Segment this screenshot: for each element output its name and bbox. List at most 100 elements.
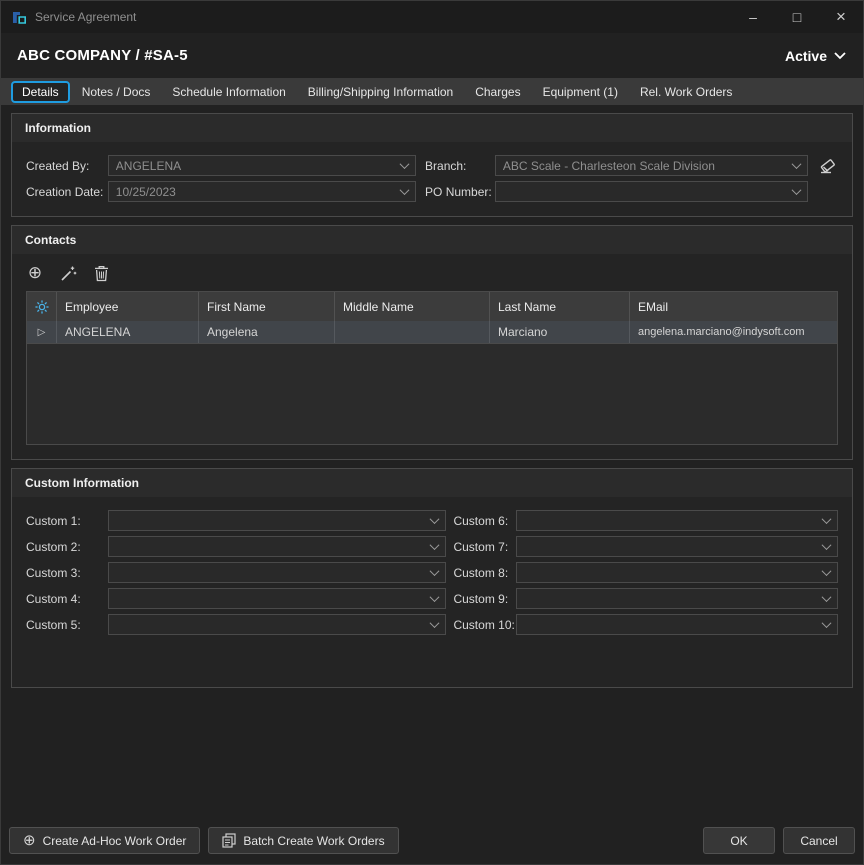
chevron-down-icon bbox=[822, 514, 832, 524]
cell-middle-name bbox=[335, 321, 490, 343]
branch-dropdown[interactable]: ABC Scale - Charlesteon Scale Division bbox=[495, 155, 808, 176]
ok-label: OK bbox=[730, 834, 747, 848]
contacts-group: Contacts ⊕ bbox=[11, 225, 853, 460]
cancel-label: Cancel bbox=[800, 834, 837, 848]
footer-bar: ⊕ Create Ad-Hoc Work Order Batch Create … bbox=[1, 819, 863, 864]
custom-6-label: Custom 6: bbox=[453, 514, 516, 528]
branch-label: Branch: bbox=[425, 159, 495, 173]
batch-create-work-orders-label: Batch Create Work Orders bbox=[243, 834, 384, 848]
contacts-toolbar: ⊕ bbox=[12, 254, 852, 291]
po-number-dropdown[interactable] bbox=[495, 181, 808, 202]
row-indicator-column-header[interactable] bbox=[27, 292, 57, 321]
chevron-down-icon bbox=[833, 51, 847, 60]
custom-7-label: Custom 7: bbox=[453, 540, 516, 554]
tab-notes-docs[interactable]: Notes / Docs bbox=[72, 81, 161, 103]
cell-email: angelena.marciano@indysoft.com bbox=[630, 321, 837, 343]
contacts-group-title: Contacts bbox=[12, 226, 852, 254]
chevron-down-icon bbox=[430, 592, 440, 602]
custom-5-dropdown[interactable] bbox=[108, 614, 447, 635]
chevron-down-icon bbox=[822, 618, 832, 628]
title-bar[interactable]: Service Agreement – □ × bbox=[1, 1, 863, 33]
cell-last-name: Marciano bbox=[490, 321, 630, 343]
custom-3-label: Custom 3: bbox=[26, 566, 108, 580]
chevron-down-icon bbox=[792, 185, 802, 195]
custom-10-dropdown[interactable] bbox=[516, 614, 838, 635]
custom-6-dropdown[interactable] bbox=[516, 510, 838, 531]
chevron-down-icon bbox=[430, 540, 440, 550]
custom-4-dropdown[interactable] bbox=[108, 588, 447, 609]
branch-value: ABC Scale - Charlesteon Scale Division bbox=[503, 159, 793, 173]
ok-button[interactable]: OK bbox=[703, 827, 775, 854]
chevron-down-icon bbox=[822, 540, 832, 550]
custom-4-label: Custom 4: bbox=[26, 592, 108, 606]
create-adhoc-work-order-button[interactable]: ⊕ Create Ad-Hoc Work Order bbox=[9, 827, 200, 854]
information-group-title: Information bbox=[12, 114, 852, 142]
chevron-down-icon bbox=[400, 185, 410, 195]
cell-employee: ANGELENA bbox=[57, 321, 199, 343]
information-group: Information Created By: ANGELENA Branch:… bbox=[11, 113, 853, 217]
column-header-email[interactable]: EMail bbox=[630, 292, 837, 321]
column-header-last-name[interactable]: Last Name bbox=[490, 292, 630, 321]
contacts-table: Employee First Name Middle Name Last Nam… bbox=[26, 291, 838, 445]
custom-3-dropdown[interactable] bbox=[108, 562, 447, 583]
created-by-value: ANGELENA bbox=[116, 159, 401, 173]
chevron-down-icon bbox=[822, 592, 832, 602]
status-value: Active bbox=[785, 48, 827, 64]
close-button[interactable]: × bbox=[819, 1, 863, 33]
created-by-dropdown[interactable]: ANGELENA bbox=[108, 155, 416, 176]
custom-10-label: Custom 10: bbox=[453, 618, 516, 632]
cancel-button[interactable]: Cancel bbox=[783, 827, 855, 854]
custom-7-dropdown[interactable] bbox=[516, 536, 838, 557]
circle-plus-icon: ⊕ bbox=[23, 833, 36, 848]
tab-schedule-information[interactable]: Schedule Information bbox=[162, 81, 295, 103]
column-header-employee[interactable]: Employee bbox=[57, 292, 199, 321]
circle-plus-icon: ⊕ bbox=[28, 263, 42, 283]
tab-charges[interactable]: Charges bbox=[465, 81, 530, 103]
table-row[interactable]: ▷ ANGELENA Angelena Marciano angelena.ma… bbox=[27, 321, 837, 344]
tab-bar: Details Notes / Docs Schedule Informatio… bbox=[1, 78, 863, 105]
cell-first-name: Angelena bbox=[199, 321, 335, 343]
delete-contact-icon[interactable] bbox=[92, 264, 110, 282]
add-contact-button[interactable]: ⊕ bbox=[26, 264, 44, 282]
page-title: ABC COMPANY / #SA-5 bbox=[17, 47, 188, 64]
main-content: Information Created By: ANGELENA Branch:… bbox=[1, 105, 863, 819]
po-number-label: PO Number: bbox=[425, 185, 495, 199]
row-expander-icon[interactable]: ▷ bbox=[27, 321, 57, 343]
custom-information-group: Custom Information Custom 1: Custom 6: C… bbox=[11, 468, 853, 688]
created-by-label: Created By: bbox=[26, 159, 108, 173]
status-dropdown[interactable]: Active bbox=[785, 48, 847, 64]
create-adhoc-work-order-label: Create Ad-Hoc Work Order bbox=[43, 834, 187, 848]
custom-8-dropdown[interactable] bbox=[516, 562, 838, 583]
app-logo-icon bbox=[11, 9, 27, 25]
custom-2-label: Custom 2: bbox=[26, 540, 108, 554]
window-title: Service Agreement bbox=[35, 10, 136, 24]
chevron-down-icon bbox=[430, 618, 440, 628]
record-header: ABC COMPANY / #SA-5 Active bbox=[1, 33, 863, 78]
creation-date-label: Creation Date: bbox=[26, 185, 108, 199]
chevron-down-icon bbox=[400, 159, 410, 169]
minimize-button[interactable]: – bbox=[731, 1, 775, 33]
chevron-down-icon bbox=[430, 514, 440, 524]
tab-equipment[interactable]: Equipment (1) bbox=[533, 81, 628, 103]
batch-pages-icon bbox=[222, 833, 236, 848]
custom-2-dropdown[interactable] bbox=[108, 536, 447, 557]
chevron-down-icon bbox=[792, 159, 802, 169]
custom-1-dropdown[interactable] bbox=[108, 510, 447, 531]
custom-information-group-title: Custom Information bbox=[12, 469, 852, 497]
custom-9-label: Custom 9: bbox=[453, 592, 516, 606]
tab-billing-shipping-information[interactable]: Billing/Shipping Information bbox=[298, 81, 463, 103]
column-header-first-name[interactable]: First Name bbox=[199, 292, 335, 321]
custom-1-label: Custom 1: bbox=[26, 514, 108, 528]
eraser-icon[interactable] bbox=[816, 157, 838, 174]
custom-5-label: Custom 5: bbox=[26, 618, 108, 632]
tab-rel-work-orders[interactable]: Rel. Work Orders bbox=[630, 81, 742, 103]
column-header-middle-name[interactable]: Middle Name bbox=[335, 292, 490, 321]
custom-9-dropdown[interactable] bbox=[516, 588, 838, 609]
tab-details[interactable]: Details bbox=[11, 81, 70, 103]
creation-date-value: 10/25/2023 bbox=[116, 185, 401, 199]
maximize-button[interactable]: □ bbox=[775, 1, 819, 33]
sun-icon bbox=[35, 300, 49, 314]
creation-date-dropdown[interactable]: 10/25/2023 bbox=[108, 181, 416, 202]
batch-create-work-orders-button[interactable]: Batch Create Work Orders bbox=[208, 827, 398, 854]
magic-wand-icon[interactable] bbox=[59, 264, 77, 282]
